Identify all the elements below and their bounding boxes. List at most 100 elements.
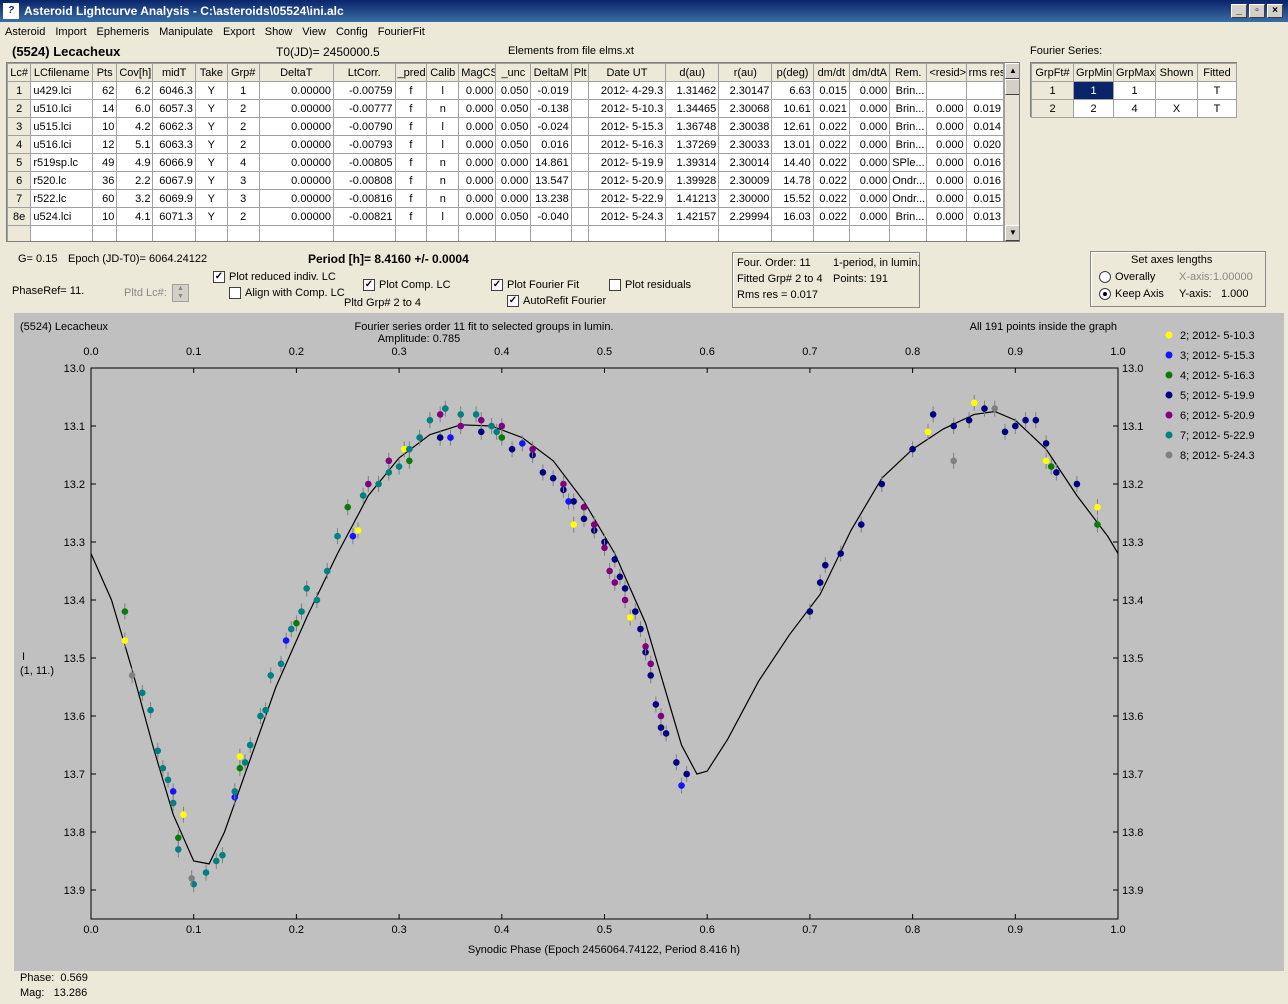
table-cell[interactable]: Y	[194, 117, 228, 136]
table-cell[interactable]: 2012- 5-22.9	[587, 189, 667, 208]
table-cell[interactable]: 0.022	[812, 189, 850, 208]
table-cell[interactable]: f	[394, 99, 428, 118]
table-cell[interactable]	[570, 99, 589, 118]
scroll-down-icon[interactable]: ▼	[1005, 225, 1019, 241]
table-cell[interactable]: Brin...	[889, 81, 928, 100]
table-cell[interactable]: 6046.3	[152, 81, 196, 100]
table-cell[interactable]: Y	[194, 99, 228, 118]
table-cell[interactable]: -0.00790	[332, 117, 396, 136]
table-cell[interactable]: 6066.9	[152, 153, 196, 172]
column-header[interactable]: Cov[h]	[116, 63, 154, 82]
table-cell[interactable]: 2	[226, 207, 260, 226]
table-cell[interactable]: Y	[194, 189, 228, 208]
table-cell[interactable]: 4	[7, 135, 32, 154]
table-cell[interactable]: 0.015	[965, 189, 1005, 208]
table-cell[interactable]: 14	[91, 99, 118, 118]
table-cell[interactable]: f	[394, 189, 428, 208]
column-header[interactable]: Calib	[426, 63, 460, 82]
table-cell[interactable]: 0.022	[812, 171, 850, 190]
table-cell[interactable]: 14.78	[771, 171, 814, 190]
table-cell[interactable]: 0.000	[458, 117, 497, 136]
table-cell[interactable]: 0.000	[848, 189, 891, 208]
column-header[interactable]: Plt	[570, 63, 589, 82]
table-cell[interactable]: 2	[1031, 99, 1074, 118]
column-header[interactable]: _unc	[495, 63, 532, 82]
table-cell[interactable]: 0.000	[848, 117, 891, 136]
table-cell[interactable]: l	[426, 135, 460, 154]
table-cell[interactable]: 13.01	[771, 135, 814, 154]
table-cell[interactable]: 0.020	[965, 135, 1005, 154]
table-cell[interactable]: 0.00000	[258, 117, 334, 136]
table-cell[interactable]: -0.040	[530, 207, 572, 226]
lightcurve-plot[interactable]: (5524) Lecacheux Fourier series order 11…	[14, 313, 1284, 971]
table-cell[interactable]: l	[426, 117, 460, 136]
table-cell[interactable]: 2	[226, 117, 260, 136]
table-cell[interactable]: 36	[91, 171, 118, 190]
table-cell[interactable]: 12.61	[771, 117, 814, 136]
table-cell[interactable]	[965, 81, 1005, 100]
table-cell[interactable]: 2012- 4-29.3	[587, 81, 667, 100]
table-cell[interactable]: 15.52	[771, 189, 814, 208]
table-cell[interactable]: -0.024	[530, 117, 572, 136]
table-cell[interactable]	[570, 81, 589, 100]
table-cell[interactable]: 1	[1031, 81, 1074, 100]
table-cell[interactable]: 8e	[7, 207, 32, 226]
column-header[interactable]: rms res	[965, 63, 1005, 82]
table-cell[interactable]: -0.138	[530, 99, 572, 118]
table-cell[interactable]: 6069.9	[152, 189, 196, 208]
table-cell[interactable]: u524.lci	[30, 207, 93, 226]
column-header[interactable]: GrpMin	[1073, 63, 1114, 82]
table-cell[interactable]: SPle...	[889, 153, 928, 172]
table-cell[interactable]	[570, 117, 589, 136]
table-cell[interactable]: 1	[226, 81, 260, 100]
table-row[interactable]: 3 u515.lci 10 4.2 6062.3 Y 2 0.00000 -0.00790 f l 0…	[7, 117, 1005, 136]
table-cell[interactable]: 1.42157	[665, 207, 720, 226]
table-cell[interactable]: 2.30000	[718, 189, 773, 208]
table-cell[interactable]: -0.00821	[332, 207, 396, 226]
table-cell[interactable]: 1.37269	[665, 135, 720, 154]
table-cell[interactable]: 7	[7, 189, 32, 208]
table-cell[interactable]: Ondr...	[889, 189, 928, 208]
table-cell[interactable]: 4.1	[116, 207, 154, 226]
table-cell[interactable]: 0.000	[458, 189, 497, 208]
table-cell[interactable]: 0.00000	[258, 135, 334, 154]
table-cell[interactable]: 16.03	[771, 207, 814, 226]
menu-fourierfit[interactable]: FourierFit	[373, 24, 430, 40]
table-cell[interactable]: 13.238	[530, 189, 572, 208]
table-cell[interactable]: 1	[1113, 81, 1156, 100]
minimize-button[interactable]: _	[1231, 4, 1247, 18]
table-cell[interactable]: 5.1	[116, 135, 154, 154]
table-cell[interactable]: 6057.3	[152, 99, 196, 118]
table-cell[interactable]: 6067.9	[152, 171, 196, 190]
table-cell[interactable]: T	[1197, 81, 1237, 100]
table-cell[interactable]: 0.000	[848, 99, 891, 118]
table-cell[interactable]: 10	[91, 207, 118, 226]
column-header[interactable]: MagCS	[458, 63, 497, 82]
table-cell[interactable]: r522.lc	[30, 189, 93, 208]
table-cell[interactable]: Y	[194, 81, 228, 100]
table-cell[interactable]: n	[426, 153, 460, 172]
table-cell[interactable]: 0.00000	[258, 207, 334, 226]
table-cell[interactable]: 0.016	[965, 153, 1005, 172]
table-cell[interactable]: 0.000	[458, 135, 497, 154]
table-cell[interactable]: n	[426, 99, 460, 118]
table-cell[interactable]: Y	[194, 135, 228, 154]
table-cell[interactable]: 1.41213	[665, 189, 720, 208]
table-cell[interactable]: f	[394, 117, 428, 136]
column-header[interactable]: midT	[152, 63, 196, 82]
table-cell[interactable]: f	[394, 135, 428, 154]
column-header[interactable]: GrpMax	[1113, 63, 1156, 82]
table-cell[interactable]: n	[426, 171, 460, 190]
table-cell[interactable]: 0.000	[848, 171, 891, 190]
table-cell[interactable]: u429.lci	[30, 81, 93, 100]
table-cell[interactable]: 0.015	[812, 81, 850, 100]
table-cell[interactable]: 49	[91, 153, 118, 172]
table-row[interactable]: 8e u524.lci 10 4.1 6071.3 Y 2 0.00000 -0.00821 f l…	[7, 207, 1005, 226]
table-cell[interactable]: 0.022	[812, 135, 850, 154]
table-cell[interactable]: 0.000	[458, 153, 497, 172]
table-cell[interactable]: u515.lci	[30, 117, 93, 136]
table-cell[interactable]: 12	[91, 135, 118, 154]
table-cell[interactable]: 1	[1073, 81, 1114, 100]
table-cell[interactable]: 0.022	[812, 207, 850, 226]
table-row[interactable]: 5 r519sp.lc 49 4.9 6066.9 Y 4 0.00000 -0.00805 f n…	[7, 153, 1005, 172]
